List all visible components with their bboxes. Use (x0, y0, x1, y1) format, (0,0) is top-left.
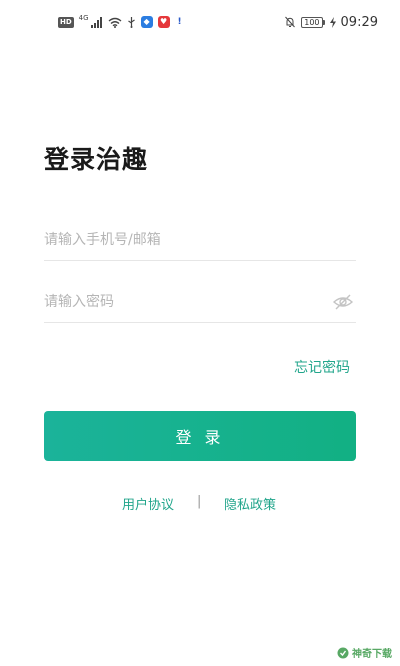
status-bar-right: 100 09:29 (284, 14, 378, 30)
hd-badge: HD (58, 16, 74, 28)
watermark: 神奇下载 (337, 645, 392, 660)
usb-icon (127, 17, 135, 28)
forgot-password-link[interactable]: 忘记密码 (294, 357, 350, 377)
user-agreement-link[interactable]: 用户协议 (122, 494, 174, 513)
legal-links: 用户协议 | 隐私政策 (0, 494, 400, 514)
privacy-policy-link[interactable]: 隐私政策 (224, 494, 276, 513)
status-bar-left: HD 4G ◆ ♥ ! (58, 14, 185, 30)
password-input[interactable] (44, 282, 314, 322)
app-notification-icon: ◆ (140, 16, 153, 28)
link-divider: | (197, 494, 202, 509)
account-field (44, 220, 356, 261)
clock: 09:29 (340, 14, 378, 30)
app-notification-icon: ♥ (157, 16, 170, 28)
signal-icon (90, 16, 102, 28)
notifications-muted-icon (285, 16, 296, 28)
watermark-text: 神奇下载 (352, 649, 392, 660)
login-button[interactable]: 登 录 (44, 411, 356, 461)
charging-icon (329, 16, 336, 28)
account-input[interactable] (44, 220, 314, 260)
battery-icon: 100 (301, 16, 325, 28)
page-title: 登录治趣 (44, 145, 149, 174)
status-bar: HD 4G ◆ ♥ ! 100 09:29 (0, 0, 400, 44)
eye-closed-icon[interactable] (332, 293, 354, 311)
app-notification-icon: ! (174, 16, 185, 28)
password-field (44, 282, 356, 323)
battery-level: 100 (301, 16, 323, 28)
watermark-logo-icon (337, 647, 349, 658)
wifi-icon (108, 17, 122, 28)
network-type: 4G (78, 14, 89, 22)
battery-cap (322, 19, 325, 25)
